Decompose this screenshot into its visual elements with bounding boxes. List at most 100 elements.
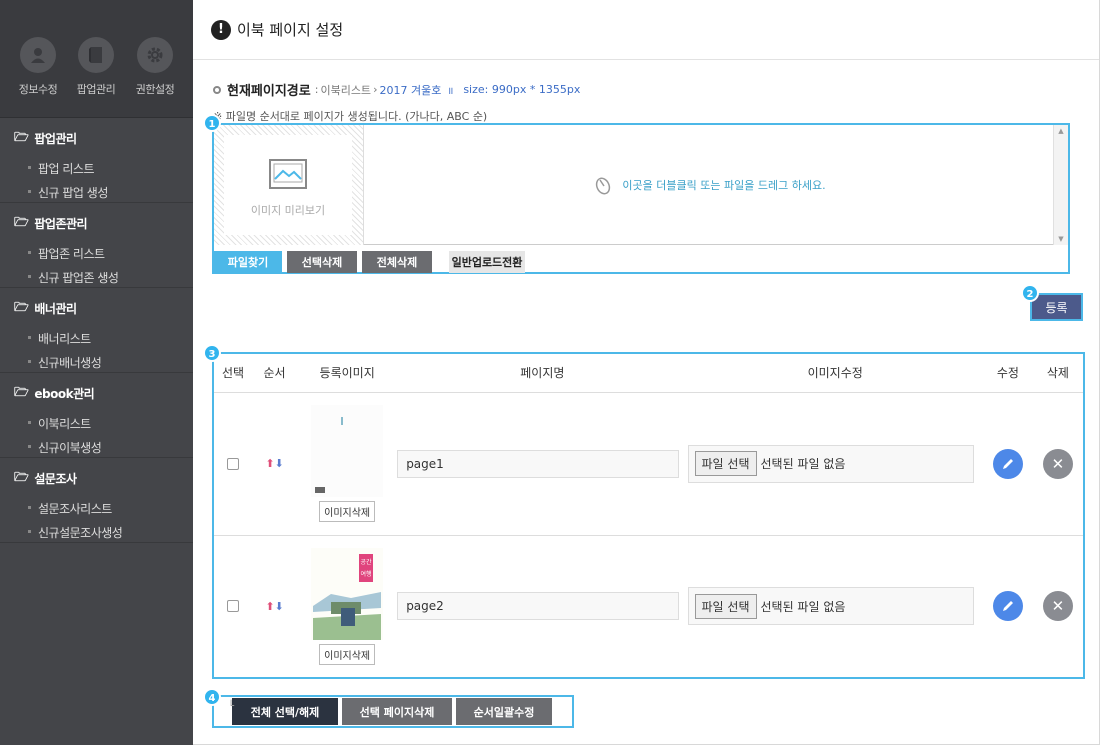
sidebar-item[interactable]: 팝업 리스트	[0, 160, 193, 177]
sidebar-item[interactable]: 신규 팝업존 생성	[0, 269, 193, 286]
col-header: 페이지명	[397, 354, 688, 393]
scrollbar[interactable]: ▲ ▼	[1053, 125, 1068, 245]
image-icon	[269, 159, 307, 189]
sidebar-section-title[interactable]: 🗁 ebook관리	[0, 383, 193, 404]
sidebar-item[interactable]: 팝업존 리스트	[0, 245, 193, 262]
delete-selected-pages-button[interactable]: 선택 페이지삭제	[342, 698, 452, 725]
sidebar-item[interactable]: 신규배너생성	[0, 354, 193, 371]
sidebar-top: 정보수정 팝업관리 권한설정	[0, 0, 193, 118]
folder-icon: 🗁	[14, 470, 29, 484]
page-thumbnail	[311, 405, 384, 497]
file-select-button[interactable]: 파일 선택	[694, 593, 757, 619]
sidebar-item[interactable]: 신규이북생성	[0, 439, 193, 456]
sidebar-item[interactable]: 신규설문조사생성	[0, 524, 193, 541]
breadcrumb-current: 2017 겨울호	[379, 83, 442, 97]
breadcrumb: 현재페이지경로 : 이북리스트 › 2017 겨울호 ॥ size: 990px…	[213, 80, 580, 99]
user-icon	[20, 37, 56, 73]
exclamation-icon: !	[211, 19, 231, 40]
image-delete-button[interactable]: 이미지삭제	[319, 501, 376, 522]
file-select-button[interactable]: 파일 선택	[694, 451, 757, 476]
svg-text:여행: 여행	[361, 570, 372, 578]
close-icon: ✕	[1051, 454, 1065, 473]
upload-panel: 이미지 미리보기 이곳을 더블클릭 또는 파일을 드레그 하세요. ▲ ▼ 파일…	[212, 123, 1070, 274]
sidebar: 정보수정 팝업관리 권한설정 🗁 팝업관리 팝업 리스트 신규 팝업 생성 🗁 팝업…	[0, 0, 193, 745]
bottom-action-bar: └ 전체 선택/해제 선택 페이지삭제 순서일괄수정	[212, 695, 574, 728]
normal-upload-toggle-button[interactable]: 일반업로드전환	[449, 251, 525, 273]
svg-text:공간: 공간	[361, 558, 373, 566]
select-all-button[interactable]: 전체 선택/해제	[232, 698, 338, 725]
tree-corner-icon: └	[228, 701, 235, 712]
badge-number: 3	[203, 344, 221, 362]
table-row: ⬆⬇ 공간여행 이미지삭제 page2 파일 선택 선택된 파일 없음 ✕	[214, 535, 1083, 677]
size-info: size: 990px * 1355px	[463, 83, 581, 96]
folder-icon: 🗁	[14, 385, 29, 399]
image-preview: 이미지 미리보기	[214, 125, 364, 245]
sidebar-section-title[interactable]: 🗁 배너관리	[0, 298, 193, 319]
badge-number: 2	[1021, 284, 1039, 302]
table-header-row: 선택 순서 등록이미지 페이지명 이미지수정 수정 삭제	[214, 354, 1083, 393]
pencil-icon	[1002, 601, 1013, 612]
file-input[interactable]: 파일 선택 선택된 파일 없음	[687, 444, 974, 483]
scroll-up-icon: ▲	[1058, 127, 1064, 135]
file-input[interactable]: 파일 선택 선택된 파일 없음	[687, 587, 974, 626]
col-header: 삭제	[1032, 354, 1083, 393]
edit-button[interactable]	[992, 448, 1023, 479]
top-icon-permission[interactable]: 권한설정	[125, 37, 185, 97]
sidebar-item[interactable]: 이북리스트	[0, 415, 193, 432]
col-header: 등록이미지	[297, 354, 398, 393]
delete-all-button[interactable]: 전체삭제	[362, 251, 432, 273]
top-icon-label: 팝업관리	[76, 83, 116, 96]
row-checkbox[interactable]	[227, 600, 240, 613]
book-icon	[78, 37, 114, 73]
sidebar-item[interactable]: 배너리스트	[0, 330, 193, 347]
top-icon-label: 정보수정	[18, 83, 58, 96]
page-thumbnail: 공간여행	[311, 547, 384, 640]
sidebar-section-popup: 🗁 팝업관리 팝업 리스트 신규 팝업 생성	[0, 118, 193, 203]
circle-bullet-icon	[213, 85, 221, 94]
page-name-input[interactable]: page1	[397, 449, 680, 478]
table-row: ⬆⬇ 이미지삭제 page1 파일 선택 선택된 파일 없음 ✕	[214, 392, 1083, 536]
sidebar-section-ebook: 🗁 ebook관리 이북리스트 신규이북생성	[0, 373, 193, 458]
mouse-icon	[596, 177, 611, 194]
edit-button[interactable]	[992, 591, 1023, 622]
page-name-input[interactable]: page2	[397, 592, 680, 621]
folder-icon: 🗁	[14, 215, 29, 229]
sidebar-section-banner: 🗁 배너관리 배너리스트 신규배너생성	[0, 288, 193, 373]
sidebar-section-title[interactable]: 🗁 팝업존관리	[0, 213, 193, 234]
col-header: 선택	[214, 354, 253, 393]
close-icon: ✕	[1051, 597, 1065, 616]
sidebar-section-survey: 🗁 설문조사 설문조사리스트 신규설문조사생성	[0, 458, 193, 543]
file-find-button[interactable]: 파일찾기	[214, 251, 282, 273]
sidebar-section-title[interactable]: 🗁 팝업관리	[0, 128, 193, 149]
folder-icon: 🗁	[14, 130, 29, 144]
page-header: ! 이북 페이지 설정	[193, 0, 1099, 60]
drop-zone[interactable]: 이곳을 더블클릭 또는 파일을 드레그 하세요.	[364, 125, 1054, 245]
arrow-up-icon[interactable]: ⬆	[265, 600, 274, 613]
page-title: 이북 페이지 설정	[237, 21, 344, 39]
pause-icon: ॥	[447, 85, 454, 97]
sidebar-item[interactable]: 설문조사리스트	[0, 500, 193, 517]
pencil-icon	[1002, 458, 1013, 469]
bulk-reorder-button[interactable]: 순서일괄수정	[456, 698, 552, 725]
top-icon-popup[interactable]: 팝업관리	[66, 37, 126, 97]
main-content: ! 이북 페이지 설정 현재페이지경로 : 이북리스트 › 2017 겨울호 ॥…	[193, 0, 1100, 745]
top-icon-info[interactable]: 정보수정	[8, 37, 68, 97]
top-icon-label: 권한설정	[135, 83, 175, 96]
page-table: 선택 순서 등록이미지 페이지명 이미지수정 수정 삭제 ⬆⬇ 이미지삭제 pa…	[214, 354, 1083, 677]
breadcrumb-link[interactable]: 이북리스트	[320, 82, 371, 98]
arrow-down-icon[interactable]: ⬇	[275, 457, 284, 470]
col-header: 수정	[982, 354, 1033, 393]
sidebar-item[interactable]: 신규 팝업 생성	[0, 184, 193, 201]
row-checkbox[interactable]	[227, 457, 240, 470]
image-delete-button[interactable]: 이미지삭제	[319, 643, 376, 665]
gear-icon	[137, 37, 173, 73]
folder-icon: 🗁	[14, 300, 29, 314]
delete-button[interactable]: ✕	[1042, 591, 1073, 622]
badge-number: 4	[203, 688, 221, 706]
badge-number: 1	[203, 114, 221, 132]
arrow-down-icon[interactable]: ⬇	[275, 600, 284, 613]
sidebar-section-title[interactable]: 🗁 설문조사	[0, 468, 193, 489]
delete-button[interactable]: ✕	[1042, 448, 1073, 479]
delete-selected-button[interactable]: 선택삭제	[287, 251, 357, 273]
arrow-up-icon[interactable]: ⬆	[265, 457, 274, 470]
